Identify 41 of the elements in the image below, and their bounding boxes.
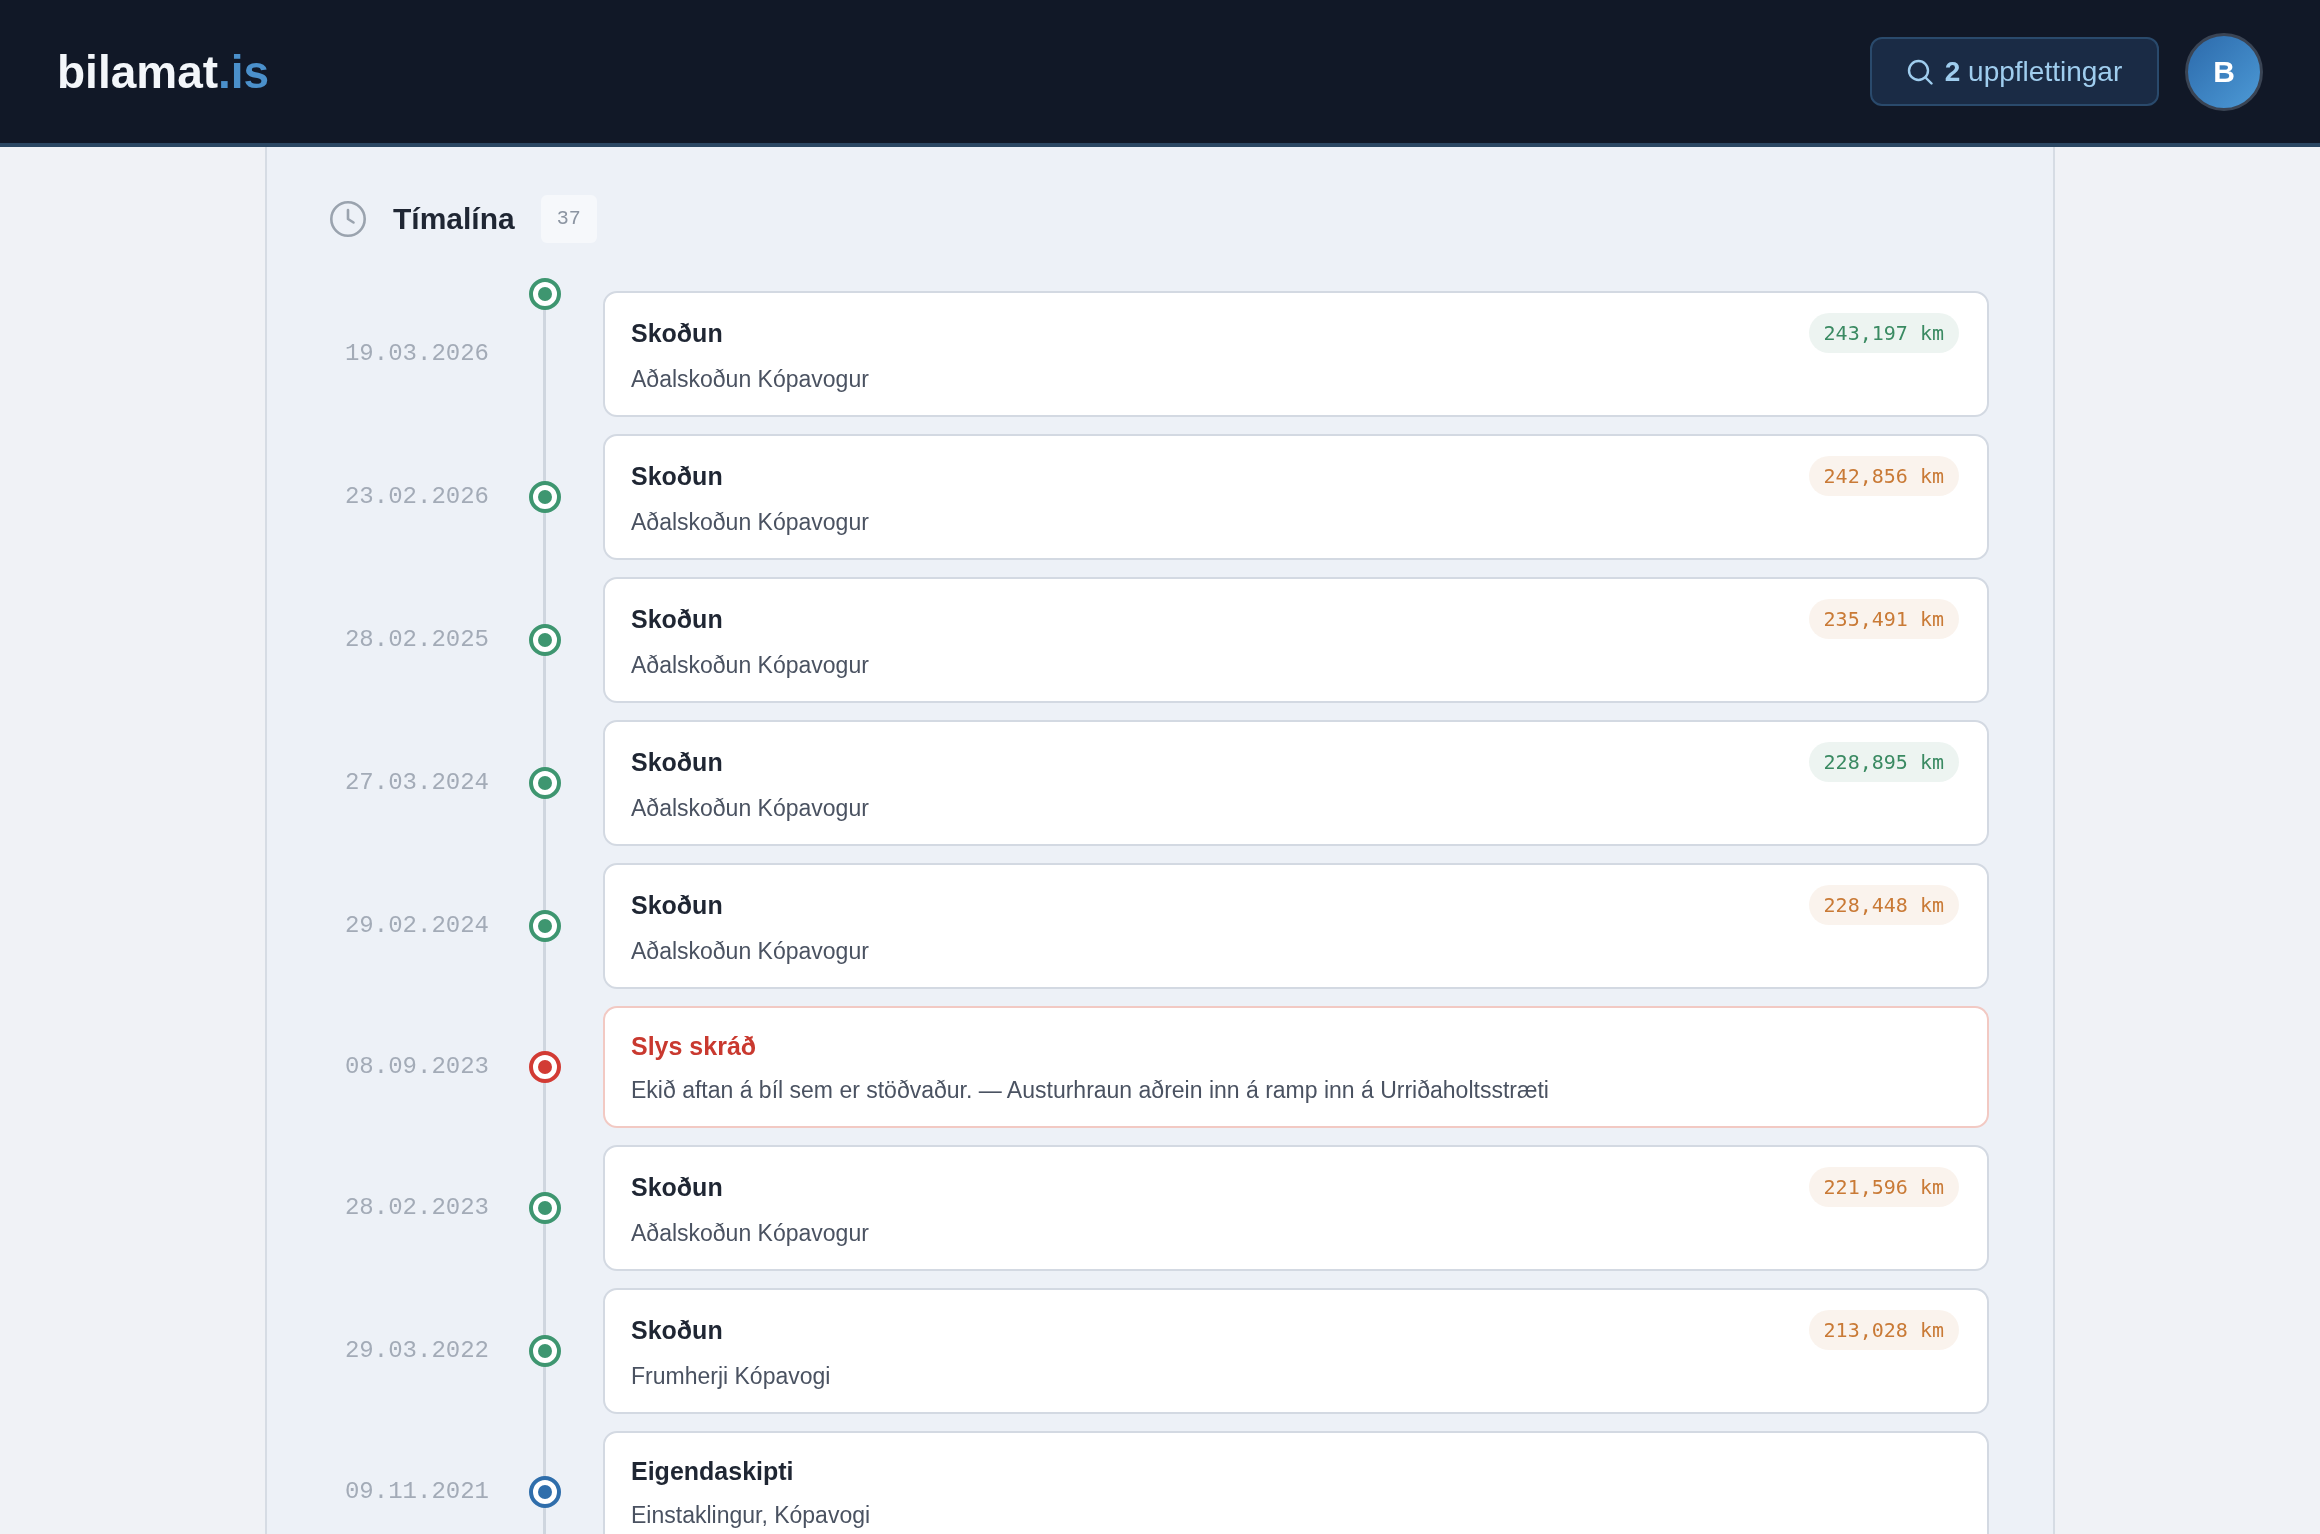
event-detail: Einstaklingur, Kópavogi [631,1501,872,1529]
event-date: 29.03.2022 [344,1336,489,1366]
section-title: Tímalína [393,204,515,234]
event-title: Skoðun [631,461,723,492]
event-title: Skoðun [631,747,723,778]
mileage-tag: 242,856 km [1808,456,1959,496]
event-detail: Frumherji Kópavogi [631,1362,832,1390]
clock-icon [330,201,366,237]
event-date: 28.02.2025 [344,625,489,655]
event-date: 28.02.2023 [344,1193,489,1223]
event-detail: Ekið aftan á bíl sem er stöðvaður. — Austurhraun aðrein inn á ramp inn á Urriðaholtsstræti [631,1076,1550,1104]
lookups-button[interactable]: 2 uppflettingar [1870,37,2159,106]
event-title: Skoðun [631,604,723,635]
event-detail: Aðalskoðun Kópavogur [631,937,870,965]
mileage-tag: 213,028 km [1808,1310,1959,1350]
event-count: 37 [540,195,597,243]
event-title: Skoðun [631,318,723,349]
event-date: 29.02.2024 [344,911,489,941]
event-detail: Aðalskoðun Kópavogur [631,508,870,536]
mileage-tag: 228,448 km [1808,885,1959,925]
search-icon [1906,58,1933,85]
mileage-tag: 243,197 km [1808,313,1959,353]
logo-link[interactable]: bilamat.is [57,48,270,95]
event-title: Eigendaskipti [631,1456,794,1487]
mileage-tag: 235,491 km [1808,599,1959,639]
event-title: Slys skráð [631,1031,757,1062]
event-date: 08.09.2023 [344,1052,489,1082]
event-title: Skoðun [631,1315,723,1346]
event-date: 27.03.2024 [344,768,489,798]
mileage-tag: 221,596 km [1808,1167,1959,1207]
event-date: 23.02.2026 [344,482,489,512]
event-detail: Aðalskoðun Kópavogur [631,365,870,393]
event-date: 09.11.2021 [344,1477,489,1507]
event-detail: Aðalskoðun Kópavogur [631,651,870,679]
event-detail: Aðalskoðun Kópavogur [631,794,870,822]
event-detail: Aðalskoðun Kópavogur [631,1219,870,1247]
avatar-button[interactable]: B [2185,32,2263,111]
event-title: Skoðun [631,890,723,921]
event-date: 19.03.2026 [344,339,489,369]
event-title: Skoðun [631,1172,723,1203]
mileage-tag: 228,895 km [1808,742,1959,782]
